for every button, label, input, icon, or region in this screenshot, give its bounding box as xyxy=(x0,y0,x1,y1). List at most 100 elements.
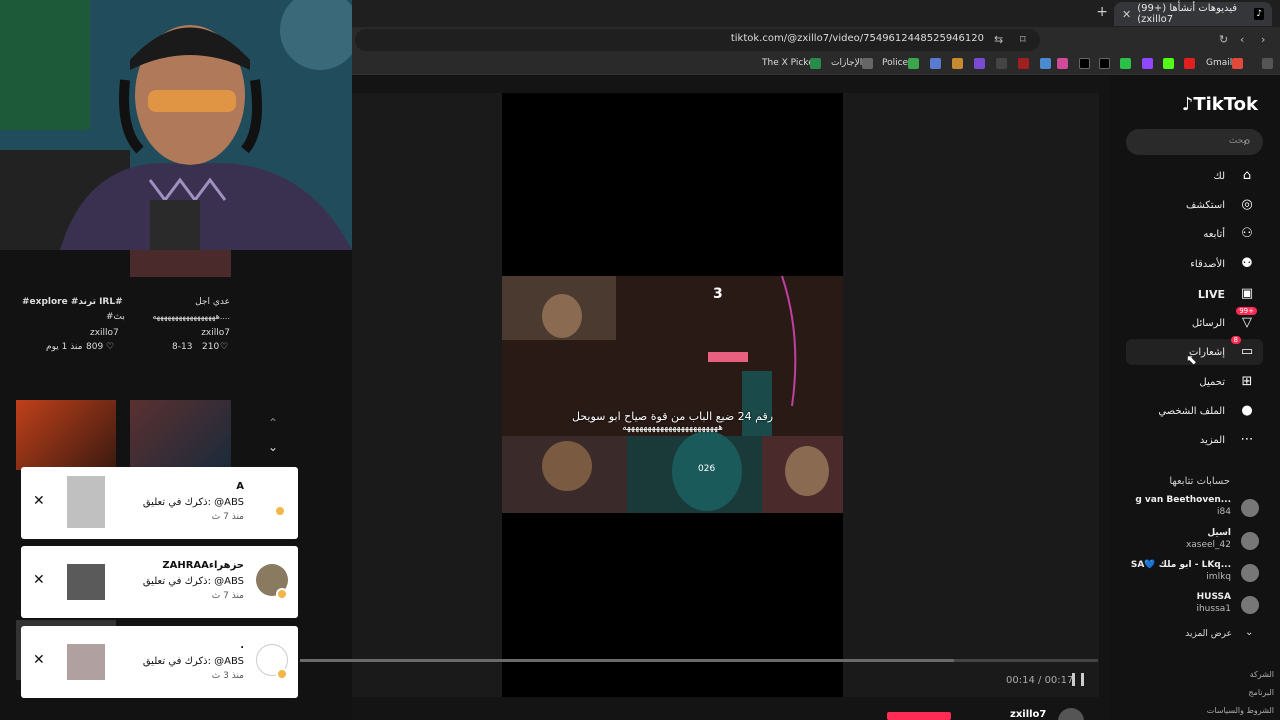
tab-title: (99+) فيديوهات أنشأها (zxillo7 xyxy=(1137,3,1238,25)
nav-explore[interactable]: استكشف ◎ xyxy=(1126,192,1263,218)
notification-message: ذكرك في تعليق: @ABS xyxy=(142,497,244,508)
url-text[interactable]: tiktok.com/@zxillo7/video/75496124485259… xyxy=(731,33,984,44)
apps-grid-icon[interactable] xyxy=(1262,58,1273,69)
avatar xyxy=(1241,596,1259,614)
video-author[interactable]: zxillo7 xyxy=(201,328,230,338)
nav-messages[interactable]: الرسائل ▽ 99+ xyxy=(1126,307,1263,336)
video-author-name[interactable]: zxillo7 xyxy=(1010,709,1046,720)
footer-company[interactable]: الشركة xyxy=(1250,670,1274,679)
forward-icon[interactable]: › xyxy=(1261,33,1265,46)
video-thumbnail[interactable] xyxy=(16,400,116,470)
new-tab-button[interactable]: + xyxy=(1096,4,1108,20)
instagram-icon[interactable] xyxy=(1057,58,1068,69)
bookmark-icon-r[interactable] xyxy=(1018,58,1029,69)
kick-icon[interactable] xyxy=(1163,58,1174,69)
nav-following[interactable]: أتابعه ⚇ xyxy=(1126,221,1263,247)
nav-profile[interactable]: الملف الشخصي ● xyxy=(1126,398,1263,424)
notification-toast[interactable]: ✕ . ذكرك في تعليق: @ABS منذ 3 ث xyxy=(21,626,298,698)
notifications-badge: 8 xyxy=(1230,336,1241,344)
close-icon[interactable]: ✕ xyxy=(33,572,45,588)
mention-badge-icon xyxy=(274,505,286,517)
followed-account[interactable]: g van Beethoven... i84 xyxy=(1126,495,1263,521)
video-date: 8-13 xyxy=(172,342,193,352)
bookmark-icon-a[interactable] xyxy=(952,58,963,69)
scoreboard-number: 3 xyxy=(713,286,723,302)
pause-icon[interactable] xyxy=(1072,673,1084,686)
video-author[interactable]: zxillo7 xyxy=(90,328,119,338)
bookmark-icon-b[interactable] xyxy=(1040,58,1051,69)
nav-upload[interactable]: تحميل ⊞ xyxy=(1126,369,1263,395)
chevron-down-icon[interactable]: ⌄ xyxy=(1245,627,1253,638)
nav-friends[interactable]: الأصدقاء ⚉ xyxy=(1126,251,1263,277)
bookmark-gmail[interactable]: Gmail xyxy=(1206,58,1232,68)
reload-icon[interactable]: ↻ xyxy=(1219,33,1228,46)
tab-tiktok[interactable]: ✕ (99+) فيديوهات أنشأها (zxillo7 ♪ xyxy=(1114,2,1272,26)
caption-line-2: هههههههههههههههههههههههه xyxy=(622,423,723,433)
gmail-icon[interactable] xyxy=(1232,58,1243,69)
progress-fill[interactable] xyxy=(300,659,954,662)
video-content-image xyxy=(502,276,843,513)
mention-badge-icon xyxy=(276,588,288,600)
bookmark-icon-s[interactable] xyxy=(974,58,985,69)
tiktok-bookmark-icon[interactable] xyxy=(1079,58,1090,69)
avatar xyxy=(1241,564,1259,582)
video-subtitle: #بث xyxy=(106,312,125,322)
search-icon[interactable]: ⌕ xyxy=(1244,134,1251,149)
notification-toast[interactable]: ✕ ZAHRAAحزهراء ذكرك في تعليق: @ABS منذ 7… xyxy=(21,546,298,618)
tiktok-logo[interactable]: ♪TikTok xyxy=(1182,94,1258,115)
video-caption: رقم 24 ضيع الباب من قوة صياح ابو سويحل ه… xyxy=(502,410,843,433)
notification-time: منذ 3 ث xyxy=(211,671,244,681)
sync-icon[interactable] xyxy=(930,58,941,69)
x-icon[interactable] xyxy=(1099,58,1110,69)
close-tab-icon[interactable]: ✕ xyxy=(1122,8,1131,21)
avatar xyxy=(1241,532,1259,550)
mouse-cursor-icon: ⬉ xyxy=(1186,353,1197,368)
heart-icon: ♡ xyxy=(220,342,229,352)
close-icon[interactable]: ✕ xyxy=(33,493,45,509)
video-date: منذ 1 يوم xyxy=(46,342,83,352)
video-thumbnail[interactable] xyxy=(130,400,231,470)
bookmark-list-icon[interactable] xyxy=(862,58,873,69)
nav-more[interactable]: المزيد ⋯ xyxy=(1126,427,1263,453)
notification-thumbnail xyxy=(67,476,105,528)
more-icon: ⋯ xyxy=(1240,432,1254,447)
close-icon[interactable]: ✕ xyxy=(33,652,45,668)
webcam-overlay xyxy=(0,0,352,250)
tiktok-favicon-icon: ♪ xyxy=(1254,8,1264,20)
notification-message: ذكرك في تعليق: @ABS xyxy=(142,576,244,587)
video-title: #explore #ترند IRL# xyxy=(22,297,123,307)
notification-user: . xyxy=(240,640,244,651)
chevron-up-icon[interactable]: ⌃ xyxy=(268,416,278,430)
followed-account[interactable]: SA💙 ابو ملك - LKq... imlkq xyxy=(1126,560,1263,586)
youtube-icon[interactable] xyxy=(1184,58,1195,69)
heart-icon: ♡ xyxy=(106,342,115,352)
twitch-icon[interactable] xyxy=(1142,58,1153,69)
notification-user: A xyxy=(236,481,244,492)
see-more-link[interactable]: عرض المزيد xyxy=(1185,629,1232,639)
sheets-icon[interactable] xyxy=(908,58,919,69)
whatsapp-icon[interactable] xyxy=(1120,58,1131,69)
back-icon[interactable]: ‹ xyxy=(1240,33,1244,46)
video-thumbnail[interactable] xyxy=(130,250,231,277)
tiktok-note-icon: ♪ xyxy=(1181,94,1194,115)
nav-for-you[interactable]: لك ⌂ xyxy=(1126,163,1263,189)
video-likes: 210 xyxy=(202,342,220,352)
site-settings-icon[interactable]: ⇆ xyxy=(994,33,1003,46)
follow-button[interactable] xyxy=(887,712,951,720)
notification-thumbnail xyxy=(67,644,105,680)
followed-account[interactable]: HUSSA ihussa1 xyxy=(1126,592,1263,618)
footer-program[interactable]: البرنامج xyxy=(1248,688,1274,697)
current-time: 00:14 xyxy=(1006,675,1035,686)
nav-live[interactable]: LIVE ▣ xyxy=(1126,281,1263,307)
x-picker-icon[interactable] xyxy=(810,58,821,69)
bookmark-police[interactable]: Police xyxy=(882,58,908,68)
notification-toast[interactable]: ✕ A ذكرك في تعليق: @ABS منذ 7 ث xyxy=(21,467,298,539)
bookmark-holidays[interactable]: الإجازات xyxy=(831,58,862,68)
followed-account[interactable]: اسيل xaseel_42 xyxy=(1126,528,1263,554)
bookmark-icon[interactable]: ⌑ xyxy=(1020,33,1026,46)
github-icon[interactable] xyxy=(996,58,1007,69)
video-frame[interactable]: 3 026 xyxy=(502,276,843,513)
chevron-down-icon[interactable]: ⌄ xyxy=(268,440,278,454)
live-icon: ▣ xyxy=(1240,286,1254,301)
footer-terms[interactable]: الشروط والسياسات xyxy=(1207,706,1274,715)
